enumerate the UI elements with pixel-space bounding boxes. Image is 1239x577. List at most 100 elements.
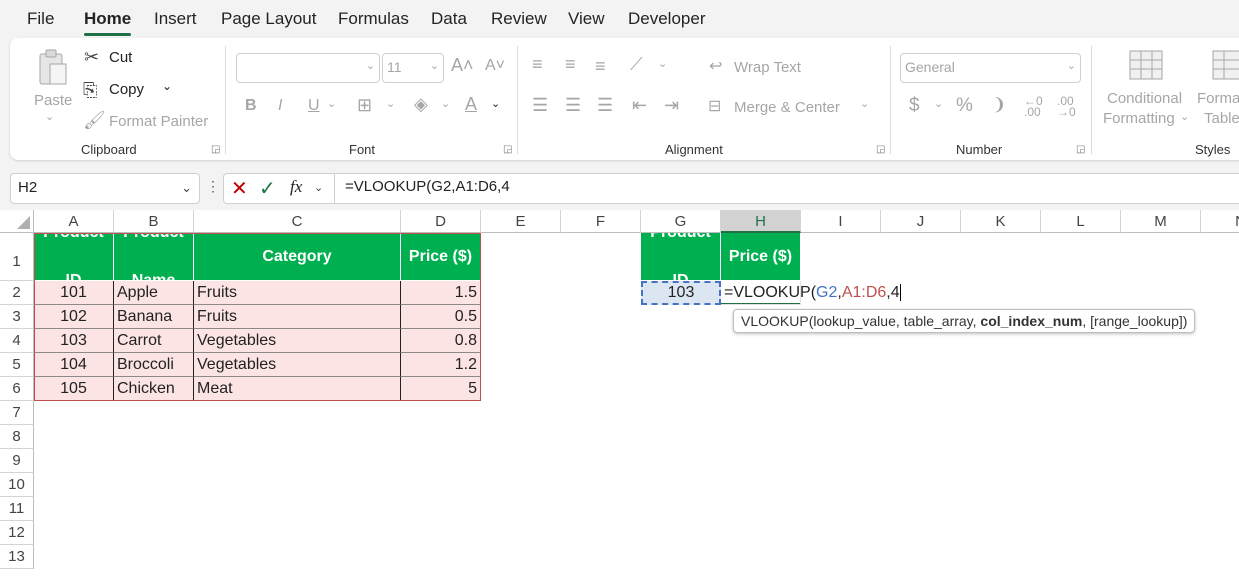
row-header-4[interactable]: 4 [0,329,34,353]
column-header-c[interactable]: C [194,210,401,233]
paste-icon[interactable] [36,48,70,88]
bold-button[interactable]: B [245,97,257,115]
active-cell-editing[interactable]: =VLOOKUP(G2,A1:D6,4 [721,281,901,305]
column-header-n[interactable]: N [1201,210,1239,233]
column-header-g[interactable]: G [641,210,721,233]
increase-decimal-icon[interactable]: ←0.00 [1024,95,1043,118]
column-header-f[interactable]: F [561,210,641,233]
tab-view[interactable]: View [568,9,605,29]
paste-dropdown-icon[interactable]: ⌄ [45,110,54,123]
alignment-launcher-icon[interactable]: ◲ [876,144,886,155]
column-header-k[interactable]: K [961,210,1041,233]
number-launcher-icon[interactable]: ◲ [1076,144,1086,155]
currency-button[interactable]: $ [909,95,920,117]
format-painter-button[interactable]: Format Painter [109,113,208,130]
tab-formulas[interactable]: Formulas [338,9,409,29]
lookup-id-cell[interactable]: 103 [641,281,721,305]
row-header-3[interactable]: 3 [0,305,34,329]
lookup-header-cell[interactable]: Price ($) [721,233,801,281]
number-format-dropdown[interactable]: General ⌄ [900,53,1081,83]
format-as-table-button[interactable]: Forma [1197,90,1239,107]
orientation-dropdown-icon[interactable]: ⌄ [658,57,667,70]
orientation-icon[interactable]: ⟋ [630,54,643,75]
tab-developer[interactable]: Developer [628,9,706,29]
column-header-j[interactable]: J [881,210,961,233]
row-header-5[interactable]: 5 [0,353,34,377]
conditional-formatting-label-2: Formatting [1103,110,1175,127]
tab-review[interactable]: Review [491,9,547,29]
font-color-icon[interactable]: A [465,94,477,115]
cancel-icon[interactable]: ✕ [231,176,248,201]
tab-insert[interactable]: Insert [154,9,197,29]
name-box-dropdown-icon[interactable]: ⌄ [181,180,192,196]
italic-button[interactable]: I [278,97,282,115]
decrease-indent-icon[interactable]: ⇤ [632,95,647,116]
conditional-formatting-icon[interactable] [1129,50,1163,80]
align-right-icon[interactable]: ☰ [597,95,613,116]
conditional-formatting-button[interactable]: Conditional [1107,90,1182,107]
enter-icon[interactable]: ✓ [259,176,276,201]
column-header-a[interactable]: A [34,210,114,233]
row-header-7[interactable]: 7 [0,401,34,425]
tab-page-layout[interactable]: Page Layout [221,9,316,29]
bottom-align-icon[interactable]: ≡ [595,56,606,77]
row-header-8[interactable]: 8 [0,425,34,449]
underline-button[interactable]: U [308,97,320,115]
currency-dropdown-icon[interactable]: ⌄ [934,97,943,110]
more-options-icon[interactable]: ⋮ [206,178,220,195]
increase-indent-icon[interactable]: ⇥ [664,95,679,116]
column-header-m[interactable]: M [1121,210,1201,233]
cut-button[interactable]: Cut [109,49,132,66]
middle-align-icon[interactable]: ≡ [565,54,576,75]
copy-button[interactable]: Copy [109,81,144,98]
percent-button[interactable]: % [956,95,973,117]
comma-button[interactable]: ❩ [992,95,1006,115]
paste-button[interactable]: Paste [34,92,72,109]
borders-icon[interactable]: ⊞ [357,95,372,116]
borders-dropdown-icon[interactable]: ⌄ [386,97,395,110]
clipboard-launcher-icon[interactable]: ◲ [211,144,221,155]
fill-color-icon[interactable]: ◈ [414,94,428,115]
row-header-12[interactable]: 12 [0,521,34,545]
shrink-font-icon[interactable]: A˅ [485,57,505,75]
font-color-dropdown-icon[interactable]: ⌄ [491,97,500,110]
font-size-dropdown[interactable]: 11 ⌄ [382,53,444,83]
align-left-icon[interactable]: ☰ [532,95,548,116]
row-header-9[interactable]: 9 [0,449,34,473]
underline-dropdown-icon[interactable]: ⌄ [327,97,336,110]
fill-dropdown-icon[interactable]: ⌄ [441,97,450,110]
row-header-1[interactable]: 1 [0,233,34,281]
column-header-b[interactable]: B [114,210,194,233]
row-header-13[interactable]: 13 [0,545,34,569]
insert-function-icon[interactable]: fx [290,177,302,197]
column-header-i[interactable]: I [801,210,881,233]
name-box[interactable]: H2 ⌄ [10,173,200,204]
fx-dropdown-icon[interactable]: ⌄ [314,181,323,194]
function-tooltip[interactable]: VLOOKUP(lookup_value, table_array, col_i… [733,309,1196,333]
row-header-11[interactable]: 11 [0,497,34,521]
column-header-l[interactable]: L [1041,210,1121,233]
top-align-icon[interactable]: ≡ [532,54,543,75]
wrap-text-button[interactable]: Wrap Text [734,59,801,76]
row-header-2[interactable]: 2 [0,281,34,305]
tab-file[interactable]: File [27,9,54,29]
column-header-e[interactable]: E [481,210,561,233]
decrease-decimal-icon[interactable]: .00 →0 [1057,95,1076,118]
merge-center-button[interactable]: Merge & Center [734,99,840,116]
tab-home[interactable]: Home [84,9,131,29]
font-launcher-icon[interactable]: ◲ [503,144,513,155]
font-name-dropdown[interactable]: ⌄ [236,53,380,83]
merge-dropdown-icon[interactable]: ⌄ [860,97,869,110]
column-header-d[interactable]: D [401,210,481,233]
conditional-formatting-dropdown-icon[interactable]: ⌄ [1180,110,1189,123]
row-header-6[interactable]: 6 [0,377,34,401]
grow-font-icon[interactable]: A˄ [451,55,474,76]
tab-data[interactable]: Data [431,9,467,29]
align-center-icon[interactable]: ☰ [565,95,581,116]
format-as-table-icon[interactable] [1212,50,1239,80]
lookup-header-cell[interactable]: ProductID [641,233,721,281]
column-header-h[interactable]: H [721,210,801,233]
row-header-10[interactable]: 10 [0,473,34,497]
copy-dropdown-icon[interactable]: ⌄ [162,79,172,93]
select-all-corner[interactable] [0,210,34,233]
